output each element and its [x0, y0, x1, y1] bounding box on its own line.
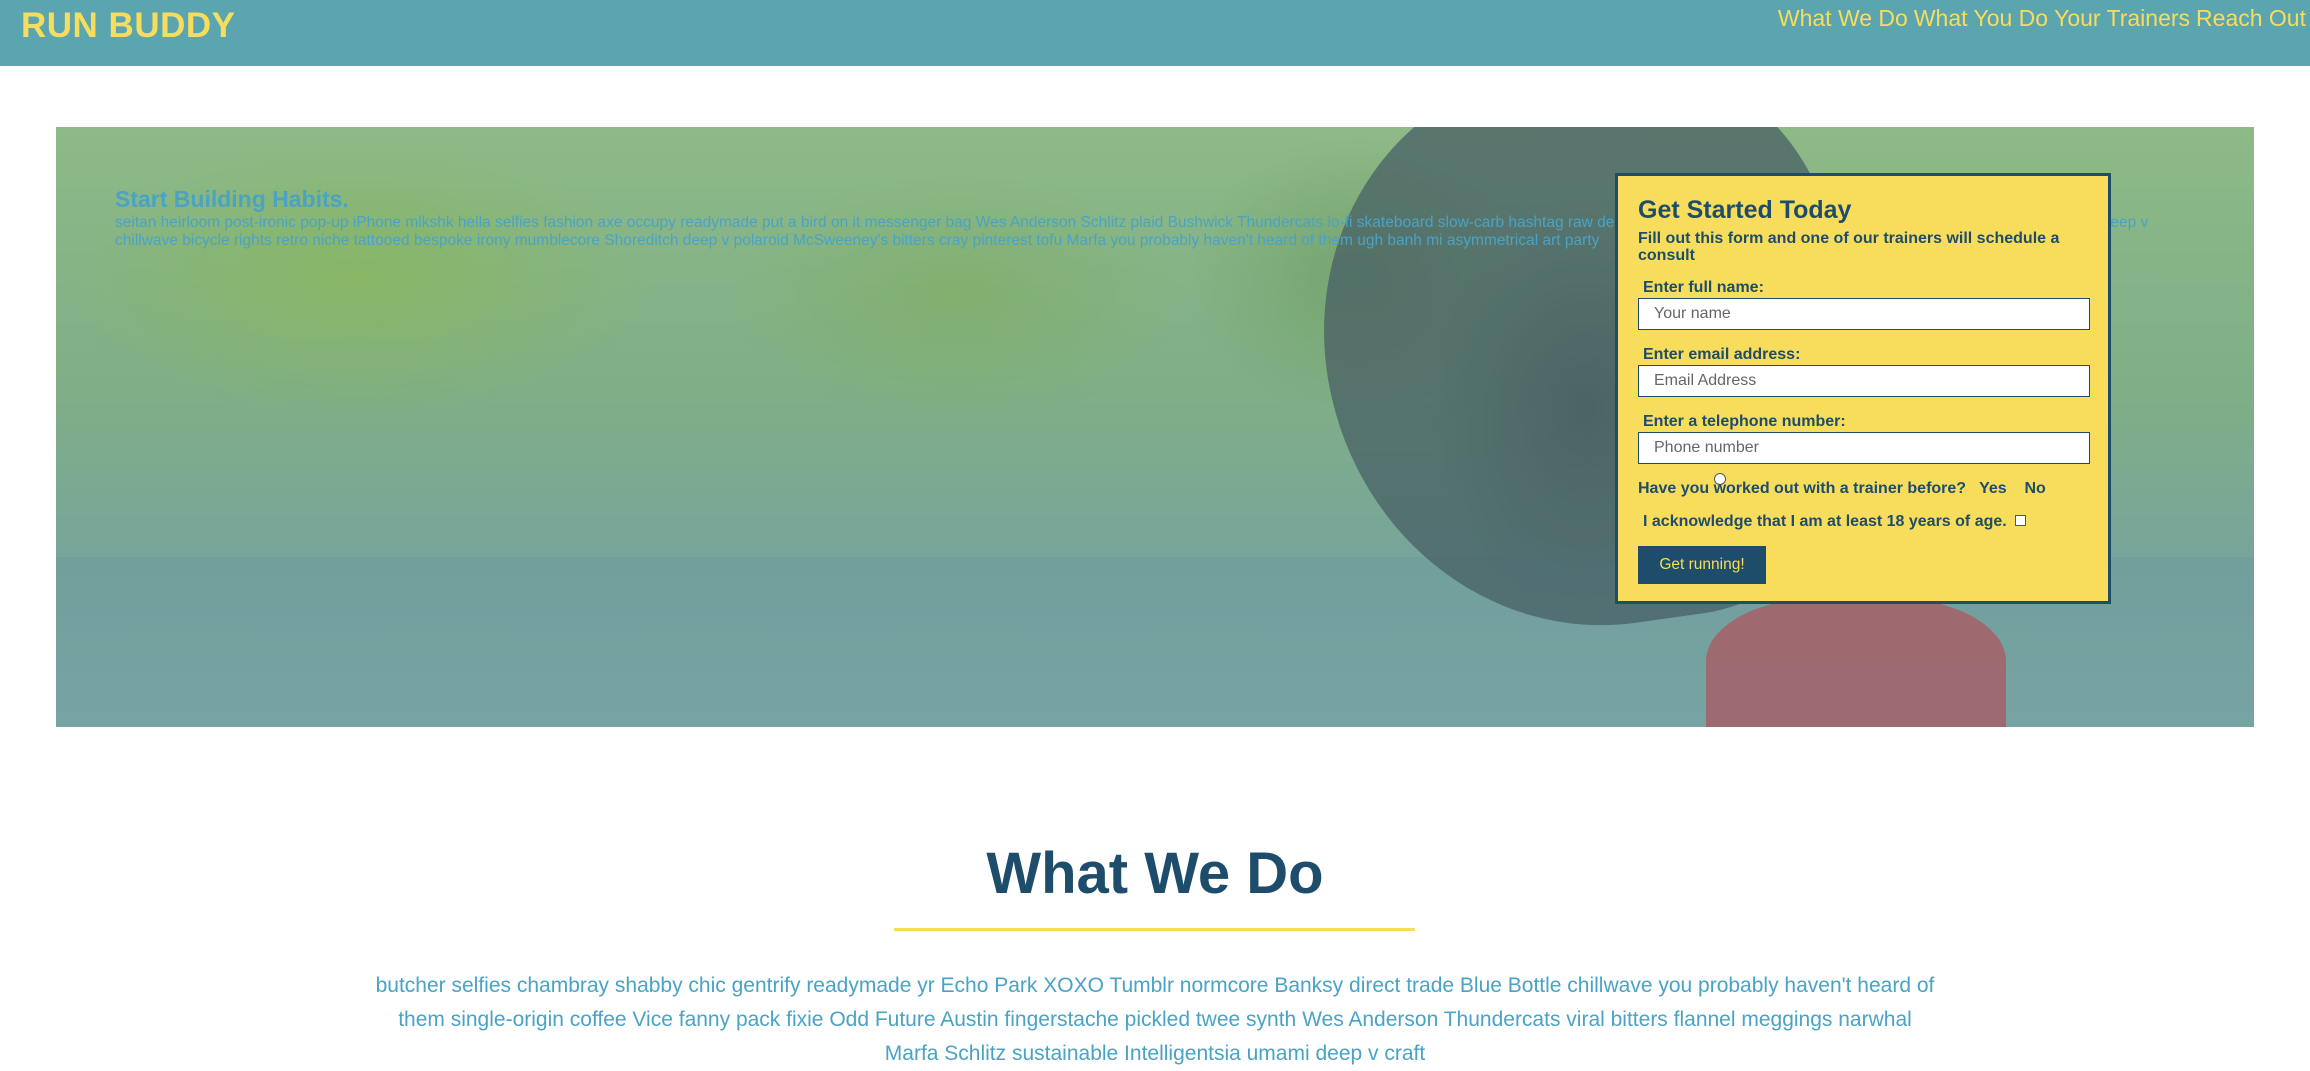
- age-checkbox[interactable]: [2015, 515, 2026, 526]
- email-label: Enter email address:: [1643, 346, 1801, 363]
- trainer-no-label[interactable]: No: [2024, 480, 2045, 497]
- hero-shoe-image: [1706, 597, 2006, 727]
- main-nav: What We Do What You Do Your Trainers Rea…: [1778, 4, 2306, 32]
- what-we-do-text: butcher selfies chambray shabby chic gen…: [375, 974, 1935, 1065]
- name-input[interactable]: [1638, 298, 2090, 330]
- age-acknowledge-label: I acknowledge that I am at least 18 year…: [1643, 513, 2007, 530]
- signup-form: Get Started Today Fill out this form and…: [1615, 173, 2111, 604]
- trainer-question-row: Have you worked out with a trainer befor…: [1638, 480, 2046, 498]
- phone-label: Enter a telephone number:: [1643, 413, 1846, 430]
- phone-input[interactable]: [1638, 432, 2090, 464]
- what-we-do-title: What We Do: [986, 841, 1324, 906]
- name-label: Enter full name:: [1643, 279, 1764, 296]
- section-divider: [894, 928, 1415, 931]
- email-input[interactable]: [1638, 365, 2090, 397]
- site-logo[interactable]: RUN BUDDY: [21, 4, 236, 48]
- nav-link-your-trainers[interactable]: Your Trainers: [2054, 4, 2190, 32]
- form-subtitle: Fill out this form and one of our traine…: [1638, 230, 2060, 264]
- hero-title: Start Building Habits.: [115, 186, 349, 212]
- trainer-question: Have you worked out with a trainer befor…: [1638, 480, 1967, 497]
- site-header: RUN BUDDY What We Do What You Do Your Tr…: [0, 0, 2310, 66]
- nav-link-reach-out[interactable]: Reach Out: [2196, 4, 2306, 32]
- trainer-yes-label[interactable]: Yes: [1979, 480, 2007, 497]
- nav-link-what-you-do[interactable]: What You Do: [1914, 4, 2048, 32]
- form-title: Get Started Today: [1638, 196, 1852, 224]
- get-running-button[interactable]: Get running!: [1638, 546, 1766, 584]
- nav-link-what-we-do[interactable]: What We Do: [1778, 4, 1908, 32]
